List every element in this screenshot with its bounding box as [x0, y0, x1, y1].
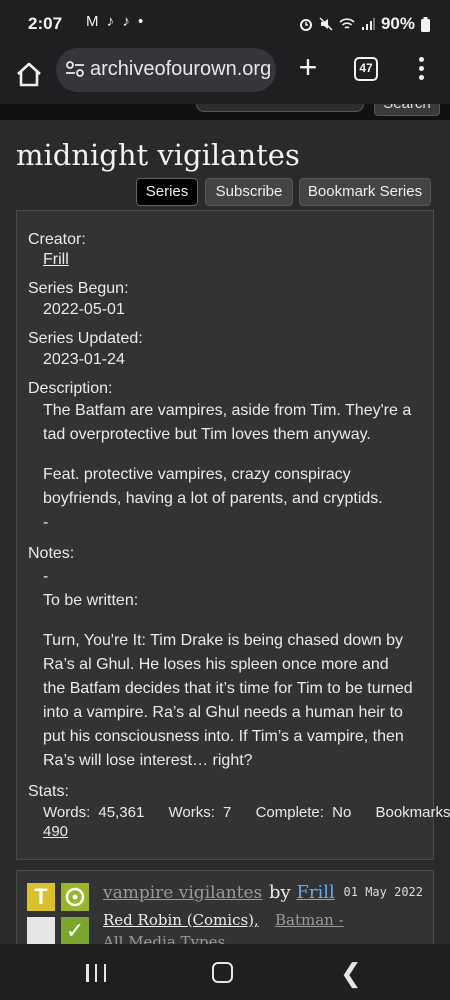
complete-value: No — [332, 804, 352, 821]
system-nav-bar: ❮ — [0, 944, 450, 1000]
creator-link[interactable]: Frill — [43, 251, 69, 268]
bookmark-series-button[interactable]: Bookmark Series — [299, 178, 431, 206]
begun-value: 2022-05-01 — [43, 301, 125, 318]
fandom-link-batman-cont[interactable]: All Media Types — [103, 933, 225, 944]
words-label: Words: — [43, 804, 91, 821]
description-text-3: - — [43, 514, 49, 531]
home-icon[interactable] — [14, 60, 44, 90]
notes-text: - — [43, 568, 49, 585]
page-content: Search midnight vigilantes Series Subscr… — [0, 104, 450, 944]
mute-icon — [319, 17, 333, 31]
words-value: 45,361 — [98, 804, 145, 821]
url-text[interactable]: archiveofourown.org — [90, 58, 272, 81]
stats-row: Words: 45,361 Works: 7 Complete: No Book… — [43, 804, 450, 821]
complete-label: Complete: — [255, 804, 324, 821]
tab-switcher-button[interactable]: 47 — [354, 57, 378, 81]
work-author-link[interactable]: Frill — [296, 882, 334, 903]
battery-icon — [421, 16, 430, 32]
warning-icon — [27, 917, 55, 944]
works-value: 7 — [223, 804, 232, 821]
home-nav-icon[interactable] — [212, 962, 233, 983]
notes-label: Notes: — [28, 545, 75, 562]
search-button[interactable]: Search — [374, 104, 440, 116]
page-title: midnight vigilantes — [16, 138, 300, 172]
signal-icon — [361, 18, 375, 30]
begun-label: Series Begun: — [28, 280, 129, 297]
fandom-link-batman[interactable]: Batman - — [275, 911, 344, 929]
alarm-icon — [299, 19, 312, 31]
tab-series[interactable]: Series — [136, 178, 198, 206]
status-bar: 2:07 M ♪ ♪ • 90% — [0, 0, 450, 48]
by-text: by — [269, 882, 291, 903]
series-meta: Creator: Frill Series Begun: 2022-05-01 … — [16, 210, 450, 860]
browser-toolbar: archiveofourown.org + 47 — [0, 48, 450, 104]
subscribe-button[interactable]: Subscribe — [205, 178, 293, 206]
work-byline: by Frill — [269, 882, 335, 903]
site-settings-icon[interactable] — [64, 58, 86, 80]
status-right: 90% — [299, 14, 430, 34]
wifi-icon — [339, 18, 355, 29]
back-icon[interactable]: ❮ — [340, 958, 362, 989]
more-menu-icon[interactable] — [414, 54, 428, 86]
updated-label: Series Updated: — [28, 330, 143, 347]
new-tab-icon[interactable]: + — [294, 51, 322, 83]
notes-text-2: To be written: — [43, 592, 139, 609]
works-label: Works: — [168, 804, 215, 821]
description-text: The Batfam are vampires, aside from Tim.… — [43, 402, 412, 443]
work-date: 01 May 2022 — [343, 885, 423, 899]
bookmarks-label: Bookmarks: — [375, 804, 450, 821]
updated-value: 2023-01-24 — [43, 351, 125, 368]
creator-label: Creator: — [28, 231, 86, 248]
notification-icons: M ♪ ♪ • — [86, 13, 146, 30]
search-input[interactable] — [196, 104, 364, 112]
status-time: 2:07 — [28, 14, 63, 33]
bookmarks-link[interactable]: 490 — [43, 823, 68, 840]
notes-text-3: Turn, You're It: Tim Drake is being chas… — [43, 632, 413, 769]
recent-apps-icon[interactable] — [86, 964, 106, 982]
description-text-2: Feat. protective vampires, crazy conspir… — [43, 466, 383, 507]
description-label: Description: — [28, 380, 113, 397]
category-icon — [61, 883, 89, 911]
work-blurb: T ✓ vampire vigilantes by Frill 01 May 2… — [16, 870, 434, 944]
stats-label: Stats: — [28, 783, 69, 800]
rating-icon: T — [27, 883, 55, 911]
work-title-link[interactable]: vampire vigilantes — [103, 883, 262, 903]
battery-percent: 90% — [380, 14, 415, 33]
address-bar[interactable]: archiveofourown.org — [56, 48, 276, 92]
creator-value: Frill — [43, 251, 69, 269]
fandom-link-red-robin[interactable]: Red Robin (Comics), — [103, 911, 259, 929]
complete-icon: ✓ — [61, 917, 89, 944]
